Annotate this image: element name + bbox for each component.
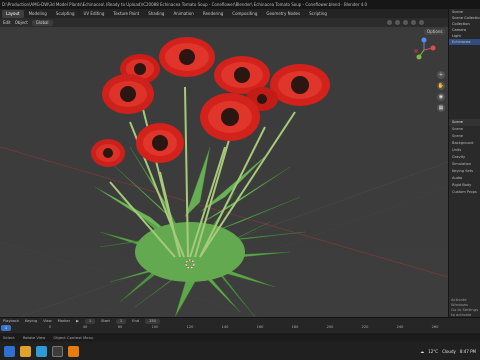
end-frame-field[interactable]: 250: [145, 318, 160, 324]
tab-texture-paint[interactable]: Texture Paint: [109, 10, 143, 18]
status-bar: Select Rotate View Object Context Menu: [0, 333, 480, 341]
outliner-panel: Scene Scene Collection Collection Camera…: [448, 9, 480, 119]
workspace-tabs: Layout Modeling Sculpting UV Editing Tex…: [0, 9, 480, 18]
status-select: Select: [3, 334, 15, 340]
weather-text: Cloudy: [442, 348, 456, 354]
3d-viewport[interactable]: Options + ✋ ◉ ▦: [0, 27, 448, 317]
properties-row: Scene: [449, 119, 480, 126]
camera-view-icon[interactable]: ◉: [437, 93, 445, 101]
file-explorer-icon[interactable]: [20, 345, 31, 357]
play-button[interactable]: ▶: [76, 319, 79, 323]
photos-icon[interactable]: [52, 345, 63, 357]
start-icon[interactable]: [4, 345, 15, 357]
blender-window: D:\Production\AMG-DW\3d Model Plants\Ech…: [0, 0, 480, 360]
shading-material-icon[interactable]: [419, 20, 424, 25]
tab-rendering[interactable]: Rendering: [199, 10, 227, 18]
tab-geometry-nodes[interactable]: Geometry Nodes: [262, 10, 304, 18]
ruler-tick: 220: [361, 325, 369, 329]
properties-row[interactable]: Simulation: [449, 161, 480, 168]
ruler-tick: 200: [326, 325, 334, 329]
viewport-nav-buttons: + ✋ ◉ ▦: [437, 71, 446, 115]
ruler-tick: 260: [431, 325, 439, 329]
overlay-icon[interactable]: [403, 20, 408, 25]
status-rotate: Rotate View: [22, 334, 46, 340]
timeline-controls: Playback Keying View Marker ▶ 1 Start 1 …: [0, 318, 480, 324]
current-frame-field[interactable]: 1: [84, 318, 96, 324]
properties-row[interactable]: Units: [449, 147, 480, 154]
properties-row[interactable]: Gravity: [449, 154, 480, 161]
temperature: 12°C: [428, 348, 439, 354]
outliner-row[interactable]: Echinacea: [449, 39, 480, 45]
proportional-edit-icon[interactable]: [395, 20, 400, 25]
ruler-tick: 120: [186, 325, 194, 329]
window-title: D:\Production\AMG-DW\3d Model Plants\Ech…: [0, 0, 480, 9]
properties-panel: Scene Scene Scene Background Units Gravi…: [448, 119, 480, 317]
tab-sculpting[interactable]: Sculpting: [52, 10, 79, 18]
tab-shading[interactable]: Shading: [144, 10, 168, 18]
properties-row[interactable]: Audio: [449, 175, 480, 182]
options-dropdown[interactable]: Options: [424, 29, 446, 35]
ruler-tick: 160: [256, 325, 264, 329]
viewport-header: Edit Object Global: [0, 18, 448, 27]
weather-icon: ☁: [420, 348, 425, 354]
hand-pan-icon[interactable]: ✋: [437, 82, 445, 90]
start-frame-field[interactable]: 1: [115, 318, 127, 324]
ruler-tick: 100: [151, 325, 159, 329]
tab-uv-editing[interactable]: UV Editing: [80, 10, 109, 18]
tab-animation[interactable]: Animation: [169, 10, 197, 18]
object-menu[interactable]: Object: [15, 20, 28, 25]
timeline-ruler[interactable]: 1 0 40 60 100 120 140 160 180 200 220 24…: [0, 325, 480, 333]
timeline: Playback Keying View Marker ▶ 1 Start 1 …: [0, 317, 480, 333]
ruler-tick: 60: [117, 325, 123, 329]
blender-icon[interactable]: [68, 345, 79, 357]
scene-render: [0, 27, 448, 317]
playhead[interactable]: 1: [1, 325, 11, 331]
grid-ortho-icon[interactable]: ▦: [437, 104, 445, 112]
view-menu[interactable]: View: [43, 319, 52, 323]
status-context: Object Context Menu: [53, 334, 94, 340]
shading-solid-icon[interactable]: [411, 20, 416, 25]
edit-menu[interactable]: Edit: [3, 20, 11, 25]
ruler-tick: 40: [82, 325, 88, 329]
playback-menu[interactable]: Playback: [3, 319, 19, 323]
browser-icon[interactable]: [36, 345, 47, 357]
windows-taskbar: ☁ 12°C Cloudy 8:47 PM: [0, 342, 480, 360]
end-label: End: [132, 319, 140, 323]
ruler-tick: 240: [396, 325, 404, 329]
snap-icon[interactable]: [387, 20, 392, 25]
zoom-icon[interactable]: +: [437, 71, 445, 79]
tab-modeling[interactable]: Modeling: [25, 10, 51, 18]
clock[interactable]: 8:47 PM: [460, 349, 476, 354]
ruler-tick: 140: [221, 325, 229, 329]
ruler-tick: 0: [48, 325, 52, 329]
properties-row[interactable]: Scene: [449, 126, 480, 133]
properties-row[interactable]: Custom Props: [449, 189, 480, 196]
navigation-gizmo-icon[interactable]: [411, 37, 437, 63]
tab-layout[interactable]: Layout: [2, 9, 24, 18]
ruler-tick: 180: [291, 325, 299, 329]
system-tray: ☁ 12°C Cloudy 8:47 PM: [420, 349, 480, 354]
properties-row[interactable]: Scene: [449, 133, 480, 140]
start-label: Start: [101, 319, 110, 323]
watermark-line1: Activate Windows: [451, 297, 468, 307]
tab-scripting[interactable]: Scripting: [305, 10, 331, 18]
keying-menu[interactable]: Keying: [25, 319, 37, 323]
tab-compositing[interactable]: Compositing: [228, 10, 261, 18]
properties-row[interactable]: Keying Sets: [449, 168, 480, 175]
properties-row[interactable]: Background: [449, 140, 480, 147]
transform-orientation-dropdown[interactable]: Global: [31, 19, 53, 26]
marker-menu[interactable]: Marker: [58, 319, 70, 323]
properties-row[interactable]: Rigid Body: [449, 182, 480, 189]
